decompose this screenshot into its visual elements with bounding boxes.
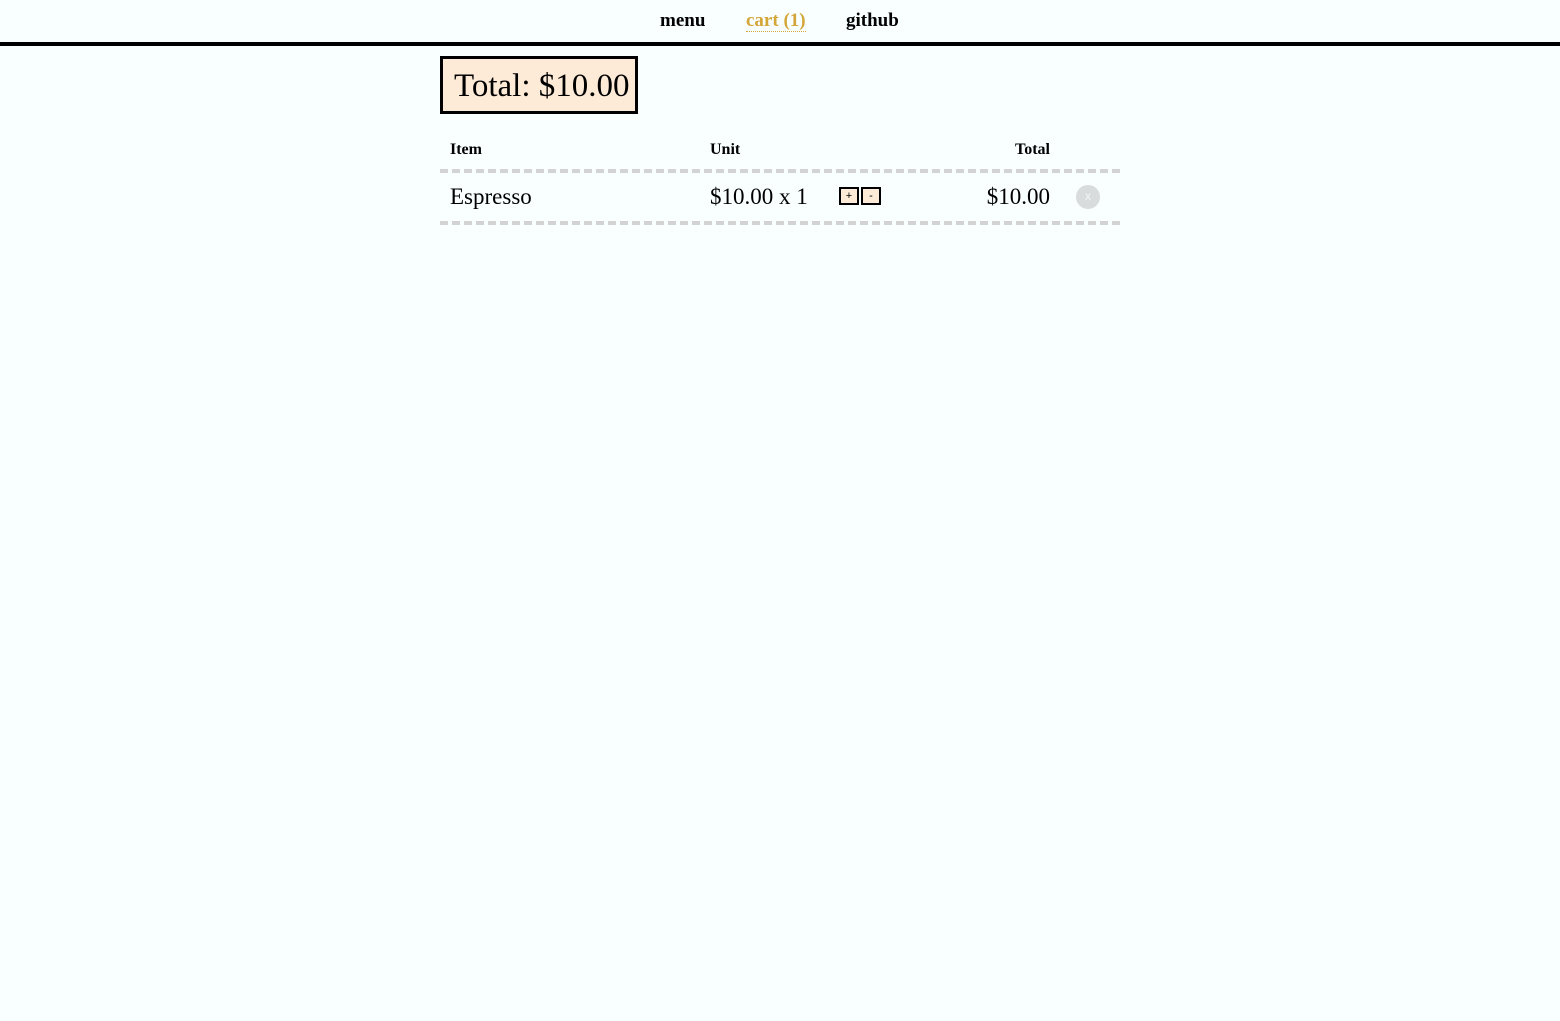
nav-link-github[interactable]: github: [846, 10, 899, 32]
cart-total-label: Total: $10.00: [454, 68, 630, 104]
column-header-total: Total: [1015, 141, 1050, 158]
decrement-quantity-button[interactable]: -: [861, 187, 881, 205]
item-name: Espresso: [450, 184, 532, 209]
increment-quantity-button[interactable]: +: [839, 187, 859, 205]
table-divider: [440, 169, 1120, 173]
top-navigation: menu cart (1) github: [0, 0, 1560, 46]
nav-link-cart[interactable]: cart (1): [746, 10, 806, 32]
column-header-unit: Unit: [710, 141, 741, 158]
item-unit-price-quantity: $10.00 x 1: [710, 184, 808, 209]
nav-link-menu[interactable]: menu: [660, 10, 705, 32]
quantity-stepper: + -: [839, 187, 881, 205]
close-icon: x: [1085, 189, 1091, 203]
remove-item-button[interactable]: x: [1076, 185, 1100, 209]
table-divider: [440, 221, 1120, 225]
cart-total-box: Total: $10.00: [440, 56, 638, 114]
item-line-total: $10.00: [986, 184, 1050, 209]
column-header-item: Item: [450, 141, 482, 158]
